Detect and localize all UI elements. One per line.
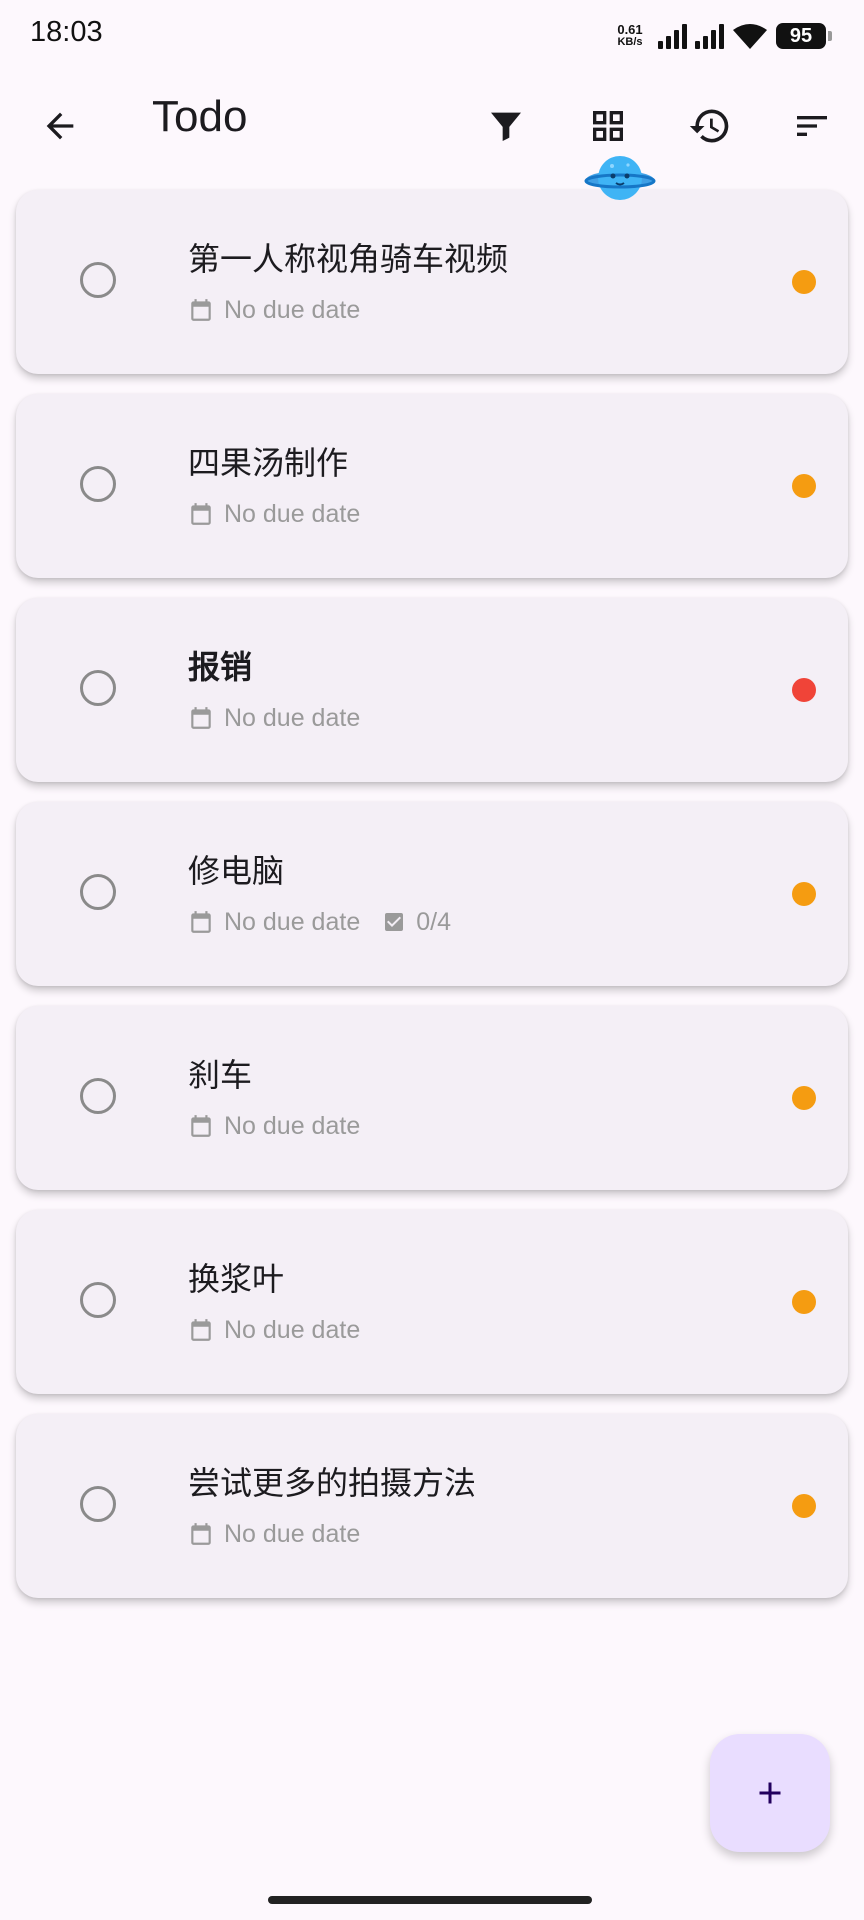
todo-item[interactable]: 修电脑 No due date 0/4 xyxy=(16,802,848,986)
history-button[interactable] xyxy=(678,94,742,158)
floating-assistant-icon[interactable] xyxy=(584,148,656,208)
priority-dot xyxy=(792,882,816,906)
todo-meta: No due date xyxy=(188,294,360,326)
calendar-icon xyxy=(191,1115,211,1137)
todo-item[interactable]: 尝试更多的拍摄方法 No due date xyxy=(16,1414,848,1598)
todo-checkbox[interactable] xyxy=(80,874,116,910)
add-todo-button[interactable] xyxy=(710,1734,830,1852)
checkbox-checked-icon xyxy=(385,913,404,931)
todo-checkbox[interactable] xyxy=(80,1282,116,1318)
network-speed: 0.61 KB/s xyxy=(610,22,650,48)
todo-meta: No due date xyxy=(188,1110,360,1142)
sort-icon xyxy=(797,116,827,136)
priority-dot xyxy=(792,1290,816,1314)
todo-due-date: No due date xyxy=(224,1111,361,1140)
calendar-icon xyxy=(191,503,211,525)
todo-due-date: No due date xyxy=(224,499,361,528)
sort-button[interactable] xyxy=(780,94,844,158)
todo-item[interactable]: 换浆叶 No due date xyxy=(16,1210,848,1394)
todo-due-date: No due date xyxy=(224,907,361,936)
todo-checkbox[interactable] xyxy=(80,1078,116,1114)
todo-item[interactable]: 第一人称视角骑车视频 No due date xyxy=(16,190,848,374)
home-indicator[interactable] xyxy=(268,1896,592,1904)
todo-due-date: No due date xyxy=(224,295,361,324)
todo-meta: No due date xyxy=(188,498,360,530)
filter-icon xyxy=(491,112,521,141)
todo-item[interactable]: 刹车 No due date xyxy=(16,1006,848,1190)
calendar-icon xyxy=(191,707,211,729)
network-speed-value: 0.61 xyxy=(617,22,643,37)
status-bar: 18:03 0.61 KB/s 95 xyxy=(0,0,864,72)
todo-checkbox[interactable] xyxy=(80,670,116,706)
priority-dot xyxy=(792,678,816,702)
todo-list: 第一人称视角骑车视频 No due date 四果汤制作 No due date 报销 N… xyxy=(16,190,848,1618)
history-icon xyxy=(689,109,729,143)
priority-dot xyxy=(792,1086,816,1110)
priority-dot xyxy=(792,474,816,498)
todo-item[interactable]: 报销 No due date xyxy=(16,598,848,782)
battery-icon: 95 xyxy=(776,23,832,49)
status-time: 18:03 xyxy=(30,16,103,48)
back-button[interactable] xyxy=(28,94,92,158)
todo-subtask-count: 0/4 xyxy=(416,907,451,936)
calendar-icon xyxy=(191,1319,211,1341)
todo-meta: No due date 0/4 xyxy=(188,906,451,938)
todo-due-date: No due date xyxy=(224,1519,361,1548)
todo-checkbox[interactable] xyxy=(80,262,116,298)
network-speed-unit: KB/s xyxy=(617,36,643,48)
todo-checkbox[interactable] xyxy=(80,466,116,502)
signal-icon-2 xyxy=(695,23,724,49)
back-arrow-icon xyxy=(46,112,74,140)
todo-title: 修电脑 xyxy=(188,852,285,890)
todo-meta: No due date xyxy=(188,1518,360,1550)
status-icons: 0.61 KB/s 95 xyxy=(610,18,832,54)
todo-title: 四果汤制作 xyxy=(188,444,349,482)
signal-icon xyxy=(658,23,687,49)
todo-due-date: No due date xyxy=(224,703,361,732)
todo-title: 尝试更多的拍摄方法 xyxy=(188,1464,477,1502)
todo-title: 报销 xyxy=(188,648,253,686)
plus-icon xyxy=(759,1782,781,1804)
todo-checkbox[interactable] xyxy=(80,1486,116,1522)
app-bar: Todo xyxy=(0,72,864,172)
grid-view-icon xyxy=(593,111,623,141)
priority-dot xyxy=(792,1494,816,1518)
todo-meta: No due date xyxy=(188,1314,360,1346)
todo-meta: No due date xyxy=(188,702,360,734)
wifi-icon xyxy=(733,24,767,49)
todo-title: 刹车 xyxy=(188,1056,253,1094)
page-title: Todo xyxy=(152,92,248,141)
calendar-icon xyxy=(191,299,211,321)
todo-title: 换浆叶 xyxy=(188,1260,285,1298)
filter-button[interactable] xyxy=(474,94,538,158)
todo-title: 第一人称视角骑车视频 xyxy=(188,240,509,278)
calendar-icon xyxy=(191,1523,211,1545)
todo-item[interactable]: 四果汤制作 No due date xyxy=(16,394,848,578)
calendar-icon xyxy=(191,911,211,933)
todo-due-date: No due date xyxy=(224,1315,361,1344)
priority-dot xyxy=(792,270,816,294)
